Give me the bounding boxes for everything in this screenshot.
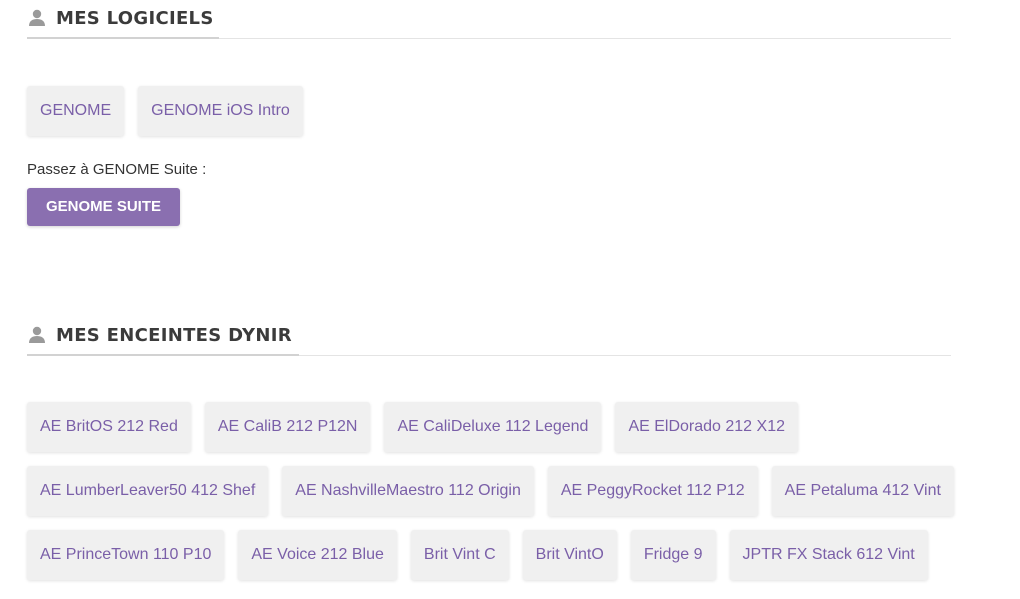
speaker-item[interactable]: AE PrinceTown 110 P10 <box>27 530 225 580</box>
section-title-software: MES LOGICIELS <box>56 7 214 29</box>
section-title-speakers: MES ENCEINTES DYNIR <box>56 324 292 346</box>
speaker-item[interactable]: AE ElDorado 212 X12 <box>615 402 798 452</box>
speaker-item[interactable]: AE PeggyRocket 112 P12 <box>547 466 758 516</box>
genome-suite-button[interactable]: GENOME SUITE <box>27 188 181 226</box>
section-header-software: MES LOGICIELS <box>27 0 951 36</box>
speaker-item[interactable]: Brit VintO <box>522 530 617 580</box>
speaker-item[interactable]: AE LumberLeaver50 412 Shef <box>27 466 269 516</box>
section-divider <box>27 354 951 356</box>
speaker-item[interactable]: Brit Vint C <box>410 530 509 580</box>
speaker-item[interactable]: Fridge 9 <box>630 530 716 580</box>
upgrade-text: Passez à GENOME Suite : <box>27 161 207 178</box>
speaker-row: AE PrinceTown 110 P10 AE Voice 212 Blue … <box>27 530 951 580</box>
speaker-item[interactable]: AE NashvilleMaestro 112 Origin <box>282 466 534 516</box>
software-list: GENOME GENOME iOS Intro <box>27 86 951 136</box>
speaker-item[interactable]: AE CaliB 212 P12N <box>204 402 371 452</box>
user-icon <box>29 9 45 26</box>
speaker-row: AE LumberLeaver50 412 Shef AE NashvilleM… <box>27 466 954 516</box>
software-item-genome[interactable]: GENOME <box>27 86 125 136</box>
speaker-row: AE BritOS 212 Red AE CaliB 212 P12N AE C… <box>27 402 951 452</box>
speaker-item[interactable]: JPTR FX Stack 612 Vint <box>729 530 928 580</box>
speaker-item[interactable]: AE Petaluma 412 Vint <box>771 466 954 516</box>
main-content: MES LOGICIELS GENOME GENOME iOS Intro Pa… <box>27 0 954 580</box>
speaker-item[interactable]: AE CaliDeluxe 112 Legend <box>384 402 602 452</box>
user-icon <box>29 326 45 343</box>
software-item-genome-ios-intro[interactable]: GENOME iOS Intro <box>138 86 303 136</box>
speaker-item[interactable]: AE Voice 212 Blue <box>238 530 397 580</box>
section-header-speakers: MES ENCEINTES DYNIR <box>27 317 951 353</box>
section-divider <box>27 37 951 39</box>
speaker-item[interactable]: AE BritOS 212 Red <box>27 402 191 452</box>
